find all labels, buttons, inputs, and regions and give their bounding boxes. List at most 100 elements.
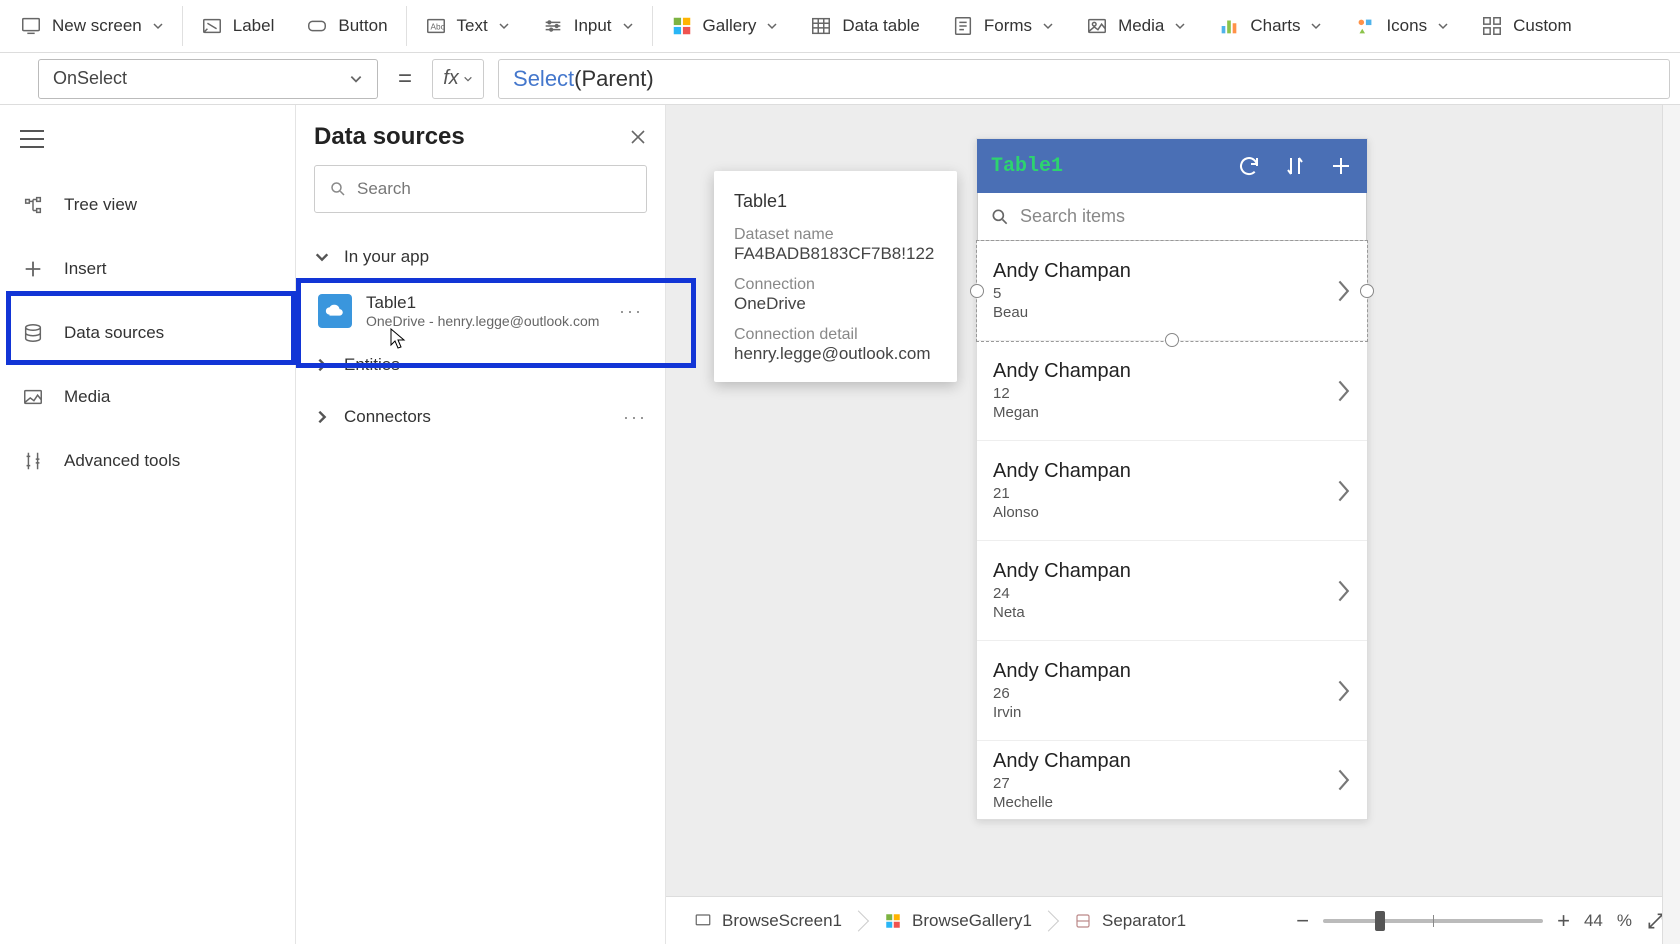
formula-bar: OnSelect = fx Select(Parent): [0, 53, 1680, 105]
crumb-gallery[interactable]: BrowseGallery1: [870, 904, 1046, 938]
zoom-value: 44: [1584, 911, 1603, 931]
app-title: Table1: [991, 155, 1063, 178]
chevron-down-icon: [1042, 20, 1054, 32]
more-button[interactable]: ···: [623, 407, 647, 428]
zoom-knob[interactable]: [1375, 911, 1385, 931]
app-list: Andy Champan 5 Beau Andy Champan 12 Mega…: [977, 241, 1367, 819]
more-button[interactable]: ···: [623, 355, 647, 376]
crumb-screen[interactable]: BrowseScreen1: [680, 904, 856, 938]
input-icon: [542, 15, 564, 37]
chevron-right-icon[interactable]: [1335, 479, 1351, 503]
chevron-right-icon[interactable]: [1335, 768, 1351, 792]
zoom-controls: − + 44 %: [1296, 908, 1666, 934]
formula-input[interactable]: Select(Parent): [498, 59, 1670, 99]
sort-icon[interactable]: [1283, 154, 1307, 178]
breadcrumb: BrowseScreen1 BrowseGallery1 Separator1: [680, 904, 1200, 938]
chevron-right-icon[interactable]: [1335, 679, 1351, 703]
chevron-right-icon: [314, 357, 330, 373]
charts-button[interactable]: Charts: [1202, 0, 1338, 52]
app-search-input[interactable]: Search items: [977, 193, 1367, 241]
app-preview[interactable]: Table1 Search items: [976, 138, 1368, 820]
label-icon: [201, 15, 223, 37]
new-screen-button[interactable]: New screen: [4, 0, 180, 52]
data-source-table1[interactable]: Table1 OneDrive - henry.legge@outlook.co…: [314, 283, 647, 339]
separator: [406, 6, 407, 46]
separator: [652, 6, 653, 46]
list-item[interactable]: Andy Champan 27 Mechelle: [977, 741, 1367, 819]
chevron-down-icon: [349, 72, 363, 86]
selection-handle[interactable]: [1360, 284, 1374, 298]
pane-close-button[interactable]: [629, 128, 647, 146]
chevron-down-icon: [622, 20, 634, 32]
section-in-your-app[interactable]: In your app: [314, 231, 647, 283]
left-nav-rail: Tree view Insert Data sources Media Adva…: [0, 105, 296, 944]
pane-search-input[interactable]: Search: [314, 165, 647, 213]
insert-ribbon: New screen Label Button Abc Text Input G…: [0, 0, 1680, 53]
input-button[interactable]: Input: [526, 0, 650, 52]
plus-icon: [22, 258, 44, 280]
chevron-down-icon: [766, 20, 778, 32]
media-button[interactable]: Media: [1070, 0, 1202, 52]
screen-icon: [694, 912, 712, 930]
label-button[interactable]: Label: [185, 0, 291, 52]
zoom-slider[interactable]: [1323, 919, 1543, 923]
data-table-icon: [810, 15, 832, 37]
media-icon: [22, 386, 44, 408]
list-item[interactable]: Andy Champan 24 Neta: [977, 541, 1367, 641]
chevron-down-icon: [1310, 20, 1322, 32]
forms-button[interactable]: Forms: [936, 0, 1070, 52]
text-button[interactable]: Abc Text: [409, 0, 526, 52]
vertical-scrollbar[interactable]: [1662, 105, 1680, 944]
cursor-icon: [390, 328, 406, 350]
data-sources-pane: Data sources Search In your app Table1: [296, 105, 666, 944]
gallery-button[interactable]: Gallery: [655, 0, 795, 52]
section-connectors[interactable]: Connectors ···: [314, 391, 647, 443]
rail-media[interactable]: Media: [0, 365, 295, 429]
list-item[interactable]: Andy Champan 12 Megan: [977, 341, 1367, 441]
svg-text:Abc: Abc: [430, 23, 444, 32]
section-entities[interactable]: Entities ···: [314, 339, 647, 391]
equals-label: =: [392, 65, 418, 93]
list-item[interactable]: Andy Champan 21 Alonso: [977, 441, 1367, 541]
chevron-down-icon: [1437, 20, 1449, 32]
zoom-out-button[interactable]: −: [1296, 908, 1309, 934]
data-table-button[interactable]: Data table: [794, 0, 936, 52]
rail-insert[interactable]: Insert: [0, 237, 295, 301]
list-item[interactable]: Andy Champan 26 Irvin: [977, 641, 1367, 741]
add-icon[interactable]: [1329, 154, 1353, 178]
custom-icon: [1481, 15, 1503, 37]
separator-icon: [1074, 912, 1092, 930]
refresh-icon[interactable]: [1237, 154, 1261, 178]
database-icon: [22, 322, 44, 344]
separator: [182, 6, 183, 46]
icons-button[interactable]: Icons: [1338, 0, 1465, 52]
media-icon: [1086, 15, 1108, 37]
button-icon: [306, 15, 328, 37]
crumb-separator[interactable]: Separator1: [1060, 904, 1200, 938]
tree-icon: [22, 194, 44, 216]
property-dropdown[interactable]: OnSelect: [38, 59, 378, 99]
text-icon: Abc: [425, 15, 447, 37]
selection-handle[interactable]: [970, 284, 984, 298]
button-button[interactable]: Button: [290, 0, 403, 52]
fx-button[interactable]: fx: [432, 59, 484, 99]
list-item[interactable]: Andy Champan 5 Beau: [977, 241, 1367, 341]
canvas[interactable]: Table1 Dataset name FA4BADB8183CF7B8!122…: [666, 105, 1680, 944]
chevron-right-icon[interactable]: [1335, 379, 1351, 403]
rail-data-sources[interactable]: Data sources: [0, 301, 295, 365]
pane-title: Data sources: [314, 123, 465, 151]
search-icon: [990, 207, 1010, 227]
rail-advanced[interactable]: Advanced tools: [0, 429, 295, 493]
app-header: Table1: [977, 139, 1367, 193]
hamburger-button[interactable]: [0, 119, 295, 159]
custom-button[interactable]: Custom: [1465, 0, 1588, 52]
chevron-right-icon[interactable]: [1335, 579, 1351, 603]
more-button[interactable]: ···: [619, 301, 643, 322]
rail-tree-view[interactable]: Tree view: [0, 173, 295, 237]
chevron-right-icon[interactable]: [1335, 279, 1351, 303]
onedrive-icon: [318, 294, 352, 328]
icons-icon: [1354, 15, 1376, 37]
chevron-down-icon: [314, 249, 330, 265]
chevron-down-icon: [498, 20, 510, 32]
zoom-in-button[interactable]: +: [1557, 908, 1570, 934]
